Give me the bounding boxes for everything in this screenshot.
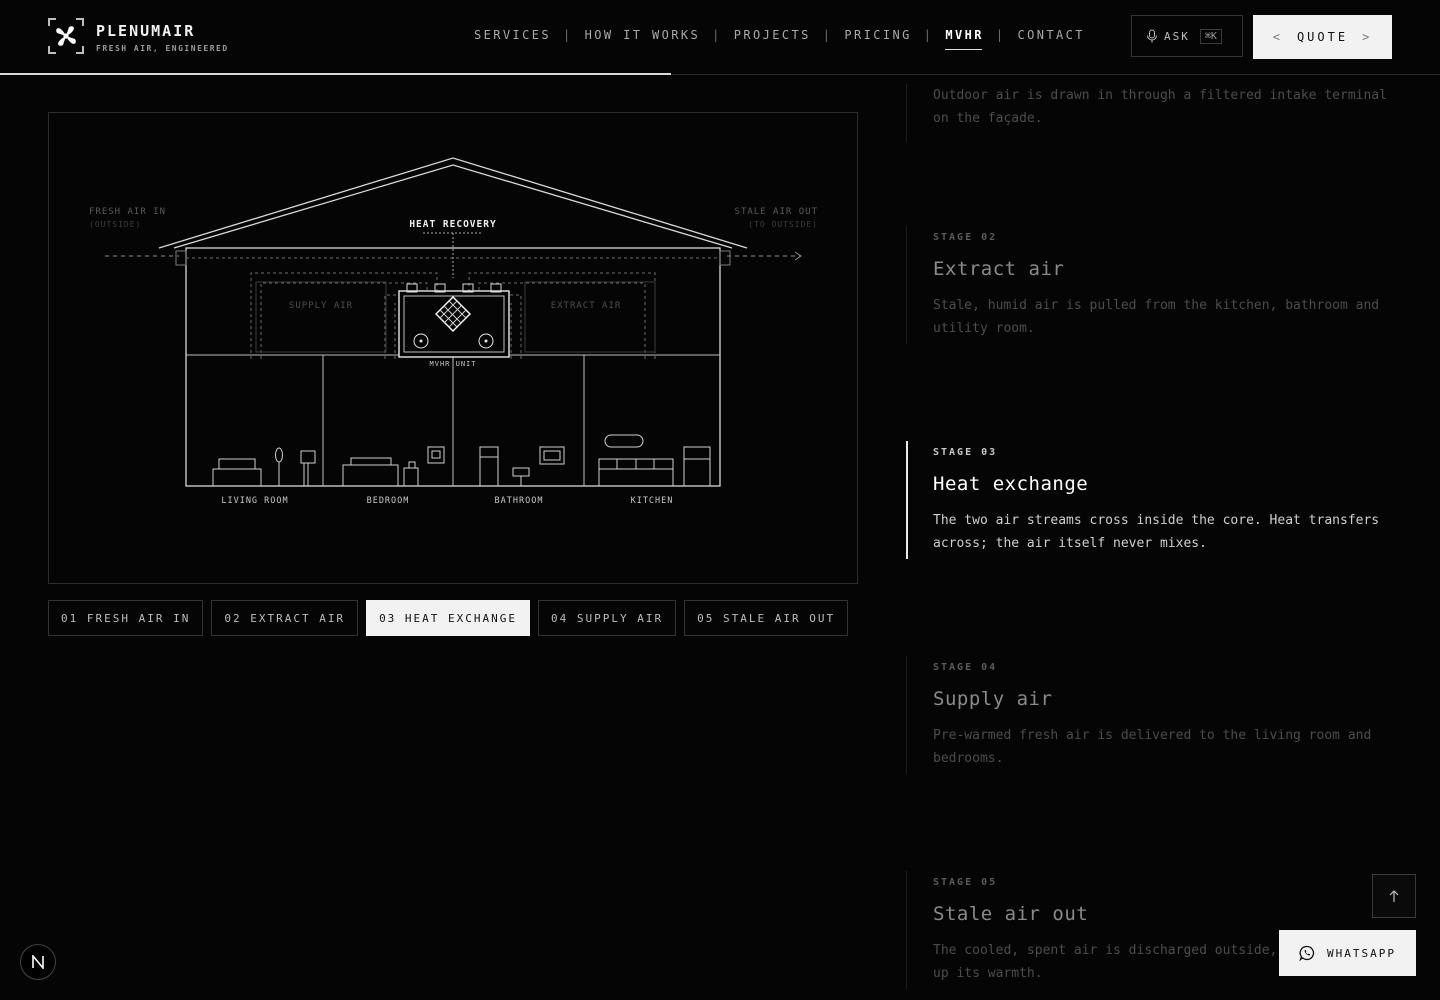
tab-extract-air[interactable]: 02 EXTRACT AIR <box>211 600 359 636</box>
fan-icon[interactable] <box>48 18 84 54</box>
bed-icon <box>342 457 419 487</box>
lamp-icon <box>275 447 283 486</box>
scroll-to-top-button[interactable] <box>1372 874 1416 918</box>
exhaust-terminal <box>719 250 731 266</box>
nav-services[interactable]: SERVICES <box>474 28 551 50</box>
stage-description: Stale, humid air is pulled from the kitc… <box>933 298 1380 336</box>
shower-icon <box>479 446 499 487</box>
picture-frame-icon <box>427 446 445 464</box>
stage-description: Pre-warmed fresh air is delivered to the… <box>933 728 1372 766</box>
brand-tagline: FRESH AIR, ENGINEERED <box>96 44 229 53</box>
stale-air-out-label: STALE AIR OUT <box>735 207 818 217</box>
nav-separator: | <box>995 28 1006 42</box>
stage-item-04: STAGE 04 Supply air Pre-warmed fresh air… <box>906 656 1406 774</box>
tab-heat-exchange[interactable]: 03 HEAT EXCHANGE <box>366 600 531 636</box>
tab-stale-air-out[interactable]: 05 STALE AIR OUT <box>684 600 849 636</box>
quote-left-glyph: < <box>1272 30 1283 44</box>
nav-separator: | <box>712 28 722 42</box>
room-label-bathroom: BATHROOM <box>495 496 544 506</box>
nav-mvhr[interactable]: MVHR <box>945 28 984 50</box>
ask-label: ASK <box>1164 29 1190 43</box>
sink-icon <box>512 446 565 486</box>
quote-label: QUOTE <box>1296 30 1349 44</box>
fresh-air-in-sublabel: (OUTSIDE) <box>89 220 141 229</box>
stage-tabs: 01 FRESH AIR IN 02 EXTRACT AIR 03 HEAT E… <box>48 600 849 636</box>
stale-air-out-sublabel: (TO OUTSIDE) <box>748 220 818 229</box>
stage-item-01: Outdoor air is drawn in through a filter… <box>906 84 1406 142</box>
whatsapp-icon <box>1299 945 1315 961</box>
ask-shortcut: ⌘K <box>1199 28 1222 44</box>
room-label-bedroom: BEDROOM <box>367 496 410 506</box>
arrow-up-icon <box>1389 890 1399 902</box>
stage-label: STAGE 03 <box>933 447 998 458</box>
quote-button[interactable]: < QUOTE > <box>1253 15 1392 59</box>
stage-description: Outdoor air is drawn in through a filter… <box>933 88 1387 126</box>
supply-air-label: SUPPLY AIR <box>289 301 353 311</box>
room-label-living: LIVING ROOM <box>221 496 288 506</box>
house-diagram: FRESH AIR IN (OUTSIDE) STALE AIR OUT (TO… <box>89 157 818 506</box>
stage-title: Heat exchange <box>933 473 1089 495</box>
scroll-progress-bar <box>0 73 672 75</box>
n-logo-icon <box>32 955 44 969</box>
stage-item-02: STAGE 02 Extract air Stale, humid air is… <box>906 226 1406 344</box>
brand-name[interactable]: PLENUMAIR <box>96 22 195 40</box>
quote-right-glyph: > <box>1362 30 1373 44</box>
tab-fresh-air-in[interactable]: 01 FRESH AIR IN <box>48 600 204 636</box>
whatsapp-button[interactable]: WHATSAPP <box>1279 930 1416 976</box>
framework-badge[interactable] <box>20 944 56 980</box>
stage-item-03: STAGE 03 Heat exchange The two air strea… <box>906 441 1406 559</box>
side-table-icon <box>300 450 316 486</box>
fresh-air-in-label: FRESH AIR IN <box>89 207 166 217</box>
mvhr-diagram-panel: FRESH AIR IN (OUTSIDE) STALE AIR OUT (TO… <box>48 112 858 584</box>
heat-recovery-label: HEAT RECOVERY <box>409 219 496 230</box>
microphone-icon <box>1147 29 1157 43</box>
extract-air-label: EXTRACT AIR <box>551 301 622 311</box>
tab-supply-air[interactable]: 04 SUPPLY AIR <box>538 600 677 636</box>
nav-separator: | <box>923 28 934 42</box>
kitchen-units-icon <box>598 434 711 487</box>
nav-separator: | <box>563 28 573 42</box>
roof-inner <box>173 164 733 249</box>
sofa-icon <box>212 458 262 487</box>
stage-title: Extract air <box>933 258 1065 280</box>
nav-how-it-works[interactable]: HOW IT WORKS <box>585 28 701 50</box>
stage-label: STAGE 04 <box>933 662 998 673</box>
nav-pricing[interactable]: PRICING <box>844 28 911 50</box>
nav-contact[interactable]: CONTACT <box>1018 28 1085 50</box>
main-nav: SERVICES | HOW IT WORKS | PROJECTS | PRI… <box>474 28 1085 50</box>
site-header: PLENUMAIR FRESH AIR, ENGINEERED SERVICES… <box>0 0 1440 75</box>
intake-terminal <box>175 250 187 266</box>
ask-button[interactable]: ASK ⌘K <box>1131 15 1243 57</box>
nav-projects[interactable]: PROJECTS <box>734 28 811 50</box>
whatsapp-label: WHATSAPP <box>1327 946 1396 960</box>
stage-label: STAGE 05 <box>933 877 998 888</box>
room-label-kitchen: KITCHEN <box>631 496 674 506</box>
nav-separator: | <box>822 28 833 42</box>
stage-title: Supply air <box>933 688 1053 710</box>
mvhr-unit-label: MVHR UNIT <box>430 360 477 368</box>
stage-label: STAGE 02 <box>933 232 998 243</box>
stage-description: The two air streams cross inside the cor… <box>933 513 1380 551</box>
stage-title: Stale air out <box>933 903 1089 925</box>
